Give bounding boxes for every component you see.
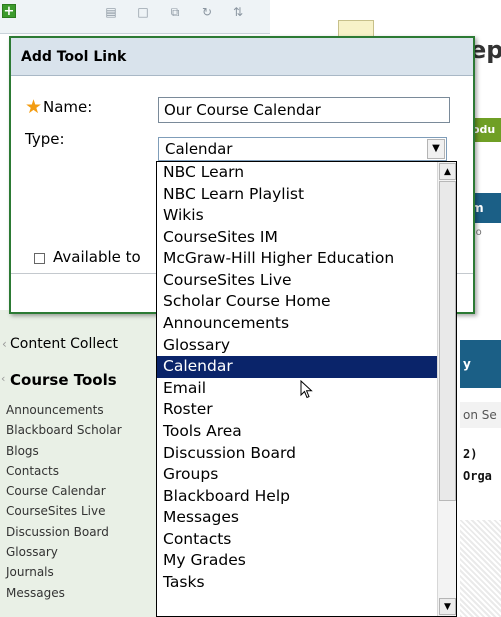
sidebar-link-messages[interactable]: Messages bbox=[0, 583, 157, 603]
available-label: Available to bbox=[53, 248, 141, 266]
dropdown-option[interactable]: CourseSites Live bbox=[157, 270, 437, 292]
collapse-arrow-icon[interactable]: ‹ bbox=[1, 373, 5, 385]
page-column-text-2: 2) bbox=[463, 447, 478, 461]
sidebar-course-tools[interactable]: ‹ Course Tools bbox=[0, 368, 157, 392]
dropdown-option[interactable]: Glossary bbox=[157, 335, 437, 357]
dropdown-option[interactable]: Discussion Board bbox=[157, 443, 437, 465]
sidebar-link-discussion-board[interactable]: Discussion Board bbox=[0, 522, 157, 542]
dropdown-option-selected[interactable]: Calendar bbox=[157, 356, 437, 378]
dropdown-option[interactable]: McGraw-Hill Higher Education bbox=[157, 248, 437, 270]
dropdown-option[interactable]: CourseSites IM bbox=[157, 227, 437, 249]
dropdown-option[interactable]: Announcements bbox=[157, 313, 437, 335]
name-input[interactable]: Our Course Calendar bbox=[158, 97, 450, 123]
folder-icon[interactable]: □ bbox=[135, 5, 151, 19]
dropdown-option[interactable]: NBC Learn bbox=[157, 162, 437, 184]
sidebar-course-tools-label: Course Tools bbox=[10, 371, 117, 389]
add-plus-button[interactable]: + bbox=[2, 4, 16, 19]
sidebar-link-announcements[interactable]: Announcements bbox=[0, 400, 157, 420]
dropdown-option[interactable]: NBC Learn Playlist bbox=[157, 184, 437, 206]
page-column-hatch bbox=[460, 520, 501, 617]
dropdown-option[interactable]: Tools Area bbox=[157, 421, 437, 443]
dialog-title-bar[interactable]: Add Tool Link bbox=[11, 38, 473, 76]
refresh-icon[interactable]: ↻ bbox=[199, 5, 215, 19]
sidebar-link-journals[interactable]: Journals bbox=[0, 562, 157, 582]
sidebar-link-contacts[interactable]: Contacts bbox=[0, 461, 157, 481]
sidebar-link-glossary[interactable]: Glossary bbox=[0, 542, 157, 562]
sidebar-link-coursesites-live[interactable]: CourseSites Live bbox=[0, 501, 157, 521]
available-checkbox[interactable] bbox=[34, 253, 45, 264]
copy-icon[interactable]: ⧉ bbox=[167, 5, 183, 19]
name-label: Name: bbox=[43, 98, 93, 116]
sidebar-link-blackboard-scholar[interactable]: Blackboard Scholar bbox=[0, 420, 157, 440]
dropdown-option[interactable]: My Grades bbox=[157, 550, 437, 572]
dropdown-option[interactable]: Messages bbox=[157, 507, 437, 529]
type-select-value: Calendar bbox=[165, 140, 233, 158]
dropdown-option[interactable]: Roster bbox=[157, 399, 437, 421]
scroll-up-icon[interactable]: ▲ bbox=[439, 163, 456, 180]
dropdown-option[interactable]: Scholar Course Home bbox=[157, 291, 437, 313]
dropdown-option[interactable]: Wikis bbox=[157, 205, 437, 227]
top-toolbar: + ▤ □ ⧉ ↻ ⇅ bbox=[0, 0, 270, 34]
sidebar-link-course-calendar[interactable]: Course Calendar bbox=[0, 481, 157, 501]
dropdown-option[interactable]: Groups bbox=[157, 464, 437, 486]
dropdown-items: NBC Learn NBC Learn Playlist Wikis Cours… bbox=[157, 162, 437, 594]
sidebar-link-blogs[interactable]: Blogs bbox=[0, 441, 157, 461]
type-select[interactable]: Calendar ▼ bbox=[158, 137, 447, 161]
mouse-pointer-icon bbox=[300, 380, 313, 399]
dropdown-option[interactable]: Blackboard Help bbox=[157, 486, 437, 508]
page-column-text-3: Orga bbox=[463, 469, 492, 483]
list-view-icon[interactable]: ▤ bbox=[103, 5, 119, 19]
chevron-down-icon[interactable]: ▼ bbox=[427, 139, 445, 159]
scroll-thumb[interactable] bbox=[439, 181, 456, 501]
dropdown-option[interactable]: Tasks bbox=[157, 572, 437, 594]
dropdown-scrollbar[interactable]: ▲ ▼ bbox=[437, 162, 456, 616]
required-star-icon: ★ bbox=[25, 96, 43, 118]
sidebar-links: Announcements Blackboard Scholar Blogs C… bbox=[0, 400, 157, 603]
scroll-down-icon[interactable]: ▼ bbox=[439, 598, 456, 615]
dialog-title: Add Tool Link bbox=[21, 49, 127, 65]
sidebar-content-collection[interactable]: Content Collect bbox=[0, 334, 157, 356]
page-blue-bar-2: y bbox=[460, 340, 501, 388]
dropdown-option[interactable]: Contacts bbox=[157, 529, 437, 551]
dropdown-option[interactable]: Email bbox=[157, 378, 437, 400]
sort-icon[interactable]: ⇅ bbox=[230, 5, 246, 19]
type-label: Type: bbox=[25, 130, 65, 148]
page-column-text-1: on Se bbox=[460, 402, 501, 428]
